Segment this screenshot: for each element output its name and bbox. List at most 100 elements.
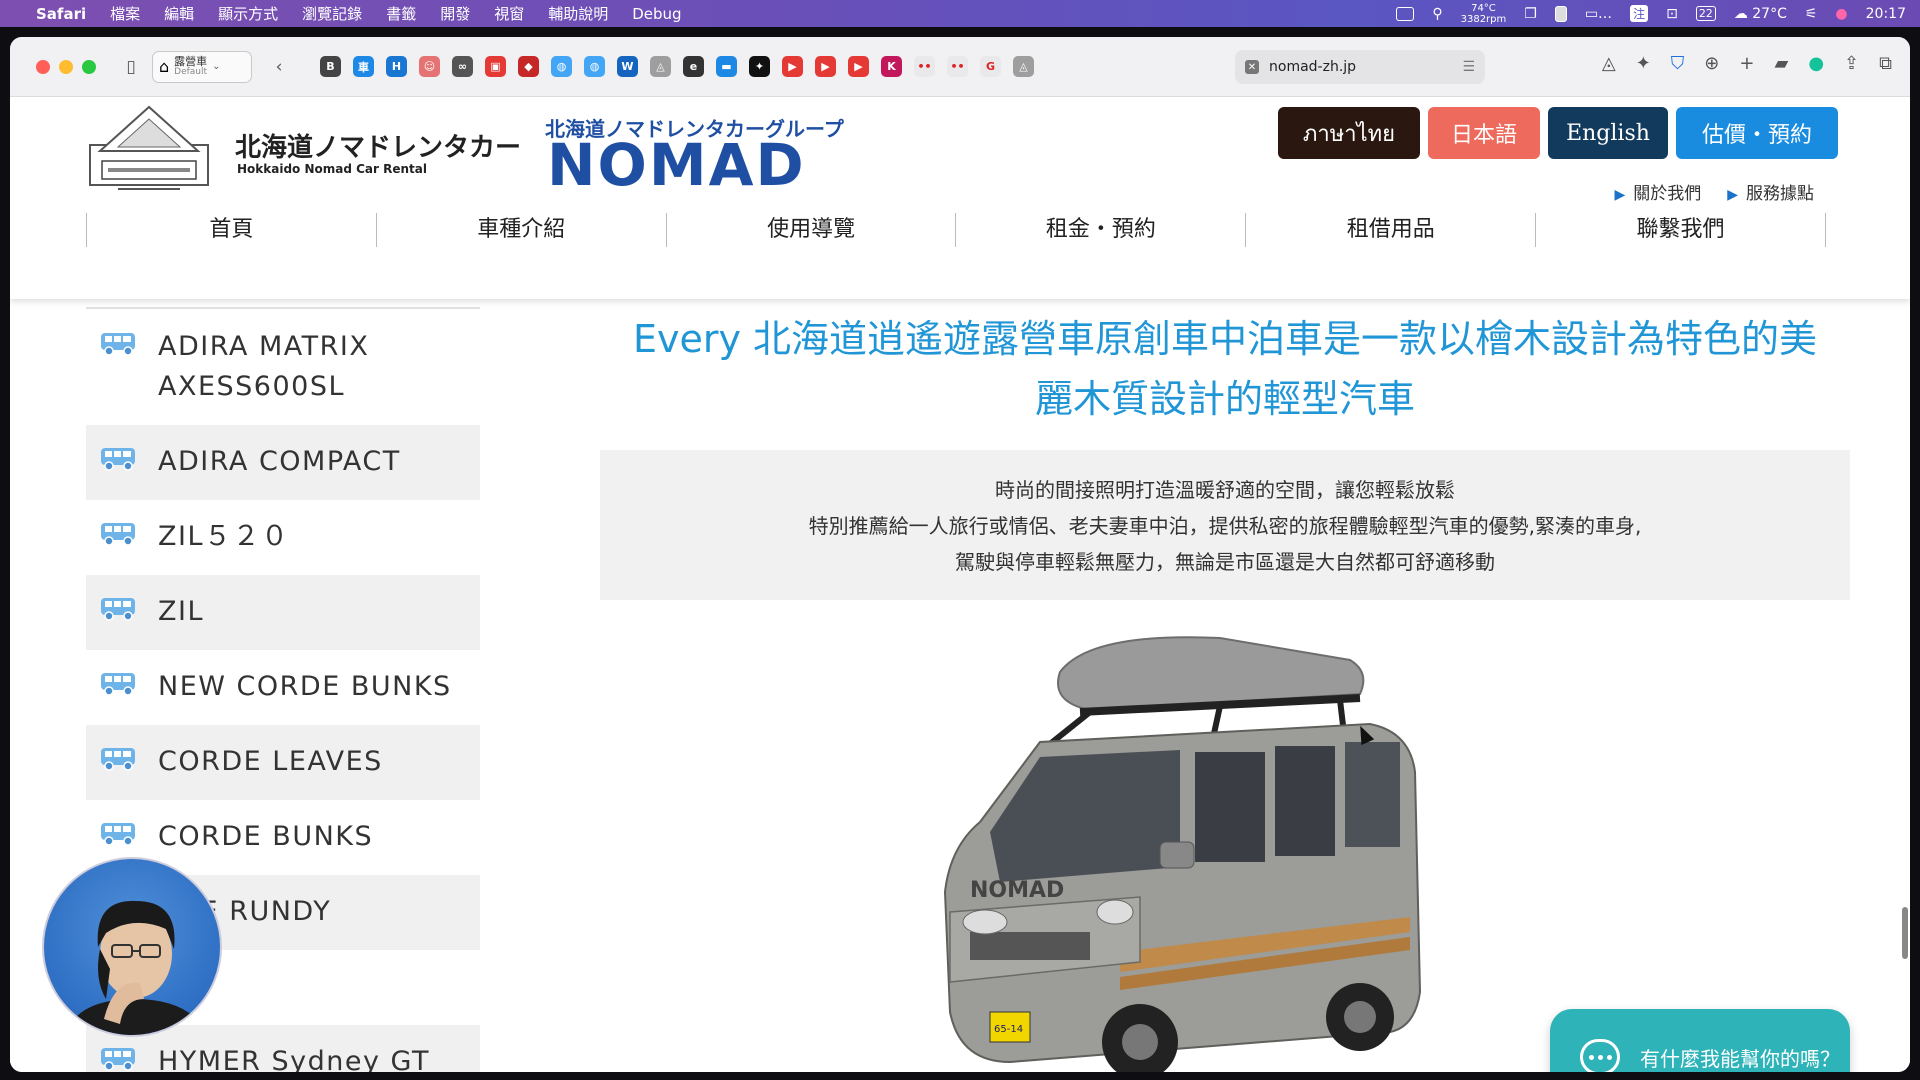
menu-edit[interactable]: 編輯	[164, 3, 194, 24]
english-language-button[interactable]: English	[1548, 107, 1668, 159]
nav-guide[interactable]: 使用導覽	[665, 213, 956, 247]
k-icon[interactable]: K	[881, 56, 902, 77]
new-tab-icon[interactable]: +	[1739, 53, 1754, 74]
camper-van-icon	[101, 823, 135, 846]
description-box: 時尚的間接照明打造溫暖舒適的空間，讓您輕鬆放鬆 特別推薦給一人旅行或情侶、老夫妻…	[600, 450, 1850, 600]
back-arrow-icon[interactable]: ‹	[266, 54, 292, 80]
menu-develop[interactable]: 開發	[440, 3, 470, 24]
menu-history[interactable]: 瀏覽記錄	[302, 3, 362, 24]
google-icon[interactable]: G	[980, 56, 1001, 77]
link-icon[interactable]: ∞	[452, 56, 473, 77]
menu-window[interactable]: 視窗	[494, 3, 524, 24]
about-us-link[interactable]: ▶ 關於我們	[1614, 179, 1701, 204]
screen-share-icon[interactable]	[1396, 6, 1415, 21]
bold-b-icon[interactable]: B	[320, 56, 341, 77]
menu-app-safari[interactable]: Safari	[36, 5, 86, 23]
flickr2-icon[interactable]: ••	[947, 56, 968, 77]
sidebar-toggle-icon[interactable]: ▯	[118, 54, 144, 80]
sidebar-model-item[interactable]: ADIRA COMPACT	[86, 425, 480, 500]
nav-contact[interactable]: 聯繫我們	[1535, 213, 1826, 247]
siri-icon[interactable]: ●	[1835, 6, 1847, 22]
youtube3-icon[interactable]: ▶	[848, 56, 869, 77]
page-scrollbar[interactable]	[1902, 907, 1908, 959]
minimize-window-button[interactable]	[59, 59, 73, 74]
battery-icon[interactable]: ▭…	[1585, 6, 1612, 22]
youtube-icon[interactable]: ▶	[782, 56, 803, 77]
nav-rental-items[interactable]: 租借用品	[1245, 213, 1535, 247]
sidebar-model-item[interactable]: ZIL５２０	[86, 500, 480, 575]
person-portrait-icon	[65, 900, 208, 1035]
sidebar-model-item[interactable]: ADIRA MATRIX AXESS600SL	[86, 309, 480, 425]
cpu-stats[interactable]: 74°C 3382rpm	[1461, 3, 1507, 25]
sidebar-model-item[interactable]: CORDE LEAVES	[86, 725, 480, 800]
service-locations-link[interactable]: ▶ 服務據點	[1727, 179, 1814, 204]
quote-booking-button[interactable]: 估價・預約	[1676, 107, 1838, 159]
star-icon[interactable]: ✦	[749, 56, 770, 77]
nav-car-models[interactable]: 車種介紹	[375, 213, 666, 247]
sidebar-model-label: NEW CORDE BUNKS	[158, 671, 452, 702]
menu-view[interactable]: 顯示方式	[218, 3, 278, 24]
youtube2-icon[interactable]: ▶	[815, 56, 836, 77]
camper-van-image: NOMAD 65-14	[943, 636, 1422, 1072]
ime-icon[interactable]: 注	[1630, 5, 1649, 22]
control-center-icon[interactable]: ⚟	[1805, 6, 1818, 22]
screen-record-icon[interactable]: ⊡	[1666, 6, 1678, 22]
webcam-avatar	[42, 857, 222, 1037]
shield-red-icon[interactable]: ◆	[518, 56, 539, 77]
ghost2-icon[interactable]: ◬	[1013, 56, 1034, 77]
calendar-date-icon[interactable]: 22	[1695, 6, 1716, 21]
share-icon[interactable]: ⇪	[1844, 53, 1859, 74]
clock[interactable]: 20:17	[1866, 6, 1906, 22]
close-window-button[interactable]	[36, 59, 50, 74]
sidebar-model-item[interactable]: NEW CORDE BUNKS	[86, 650, 480, 725]
nomad-logo-badge-icon[interactable]	[88, 103, 210, 195]
nav-pricing[interactable]: 租金・預約	[955, 213, 1245, 247]
notes-icon[interactable]	[1554, 5, 1567, 22]
site-favicon-icon: ✕	[1245, 60, 1259, 74]
flickr-icon[interactable]: ••	[914, 56, 935, 77]
drop-icon[interactable]: ◍	[551, 56, 572, 77]
ghost-icon[interactable]: ◬	[650, 56, 671, 77]
reader-icon[interactable]: ☰	[1462, 59, 1475, 75]
sidebar-model-item[interactable]: ZIL	[86, 575, 480, 650]
accessibility-icon[interactable]: ⚲	[1432, 6, 1442, 22]
menu-help[interactable]: 輔助說明	[548, 3, 608, 24]
copy-icon[interactable]: ❐	[1524, 6, 1537, 22]
tab-overview-icon[interactable]: ⧉	[1879, 53, 1892, 74]
profile-selector[interactable]: ⌂ 露營車 Default ⌄	[152, 50, 252, 83]
sidebar-model-label: ADIRA COMPACT	[158, 446, 401, 477]
download-icon[interactable]: ⊕	[1704, 53, 1719, 74]
shield-icon[interactable]: ⛉	[1671, 53, 1685, 74]
weather-cloud-icon[interactable]: ☁ 27°C	[1734, 6, 1787, 22]
thai-language-button[interactable]: ภาษาไทย	[1278, 107, 1420, 159]
e-icon[interactable]: e	[683, 56, 704, 77]
card-icon[interactable]: ▬	[716, 56, 737, 77]
menu-file[interactable]: 檔案	[110, 3, 140, 24]
hk-icon[interactable]: H	[386, 56, 407, 77]
nav-home[interactable]: 首頁	[86, 213, 376, 247]
car-chars-icon[interactable]: 車	[353, 56, 374, 77]
address-bar[interactable]: ✕ nomad-zh.jp ☰	[1235, 50, 1485, 84]
language-buttons: ภาษาไทย 日本語 English 估價・預約	[1278, 107, 1838, 159]
extension-ghost-icon[interactable]: ◬	[1602, 53, 1616, 74]
header-sub-links: ▶ 關於我們 ▶ 服務據點	[1614, 179, 1814, 204]
zoom-window-button[interactable]	[82, 59, 96, 74]
logo-text-japanese[interactable]: 北海道ノマドレンタカー	[235, 127, 521, 164]
title-line-1: Every 北海道逍遙遊露營車原創車中泊車是一款以檜木設計為特色的美	[632, 317, 1818, 361]
folder-icon[interactable]: ▰	[1774, 53, 1788, 74]
web-page: 北海道ノマドレンタカー Hokkaido Nomad Car Rental 北海…	[10, 97, 1910, 1072]
menu-debug[interactable]: Debug	[632, 5, 681, 23]
nomad-brand-logo[interactable]: NOMAD	[547, 131, 806, 199]
sidebar-model-label: ZIL５２０	[158, 521, 290, 552]
grammarly-icon[interactable]: ●	[1808, 53, 1824, 74]
robot-icon[interactable]: ☺	[419, 56, 440, 77]
red-square-icon[interactable]: ▣	[485, 56, 506, 77]
drop2-icon[interactable]: ◍	[584, 56, 605, 77]
license-plate: 65-14	[994, 1024, 1023, 1035]
japanese-language-button[interactable]: 日本語	[1428, 107, 1540, 159]
logo-text-english[interactable]: Hokkaido Nomad Car Rental	[237, 162, 427, 176]
menu-bookmarks[interactable]: 書籤	[386, 3, 416, 24]
wordpress-icon[interactable]: W	[617, 56, 638, 77]
extension-star-icon[interactable]: ✦	[1636, 53, 1651, 74]
chat-help-button[interactable]: 有什麼我能幫你的嗎？	[1550, 1009, 1850, 1072]
